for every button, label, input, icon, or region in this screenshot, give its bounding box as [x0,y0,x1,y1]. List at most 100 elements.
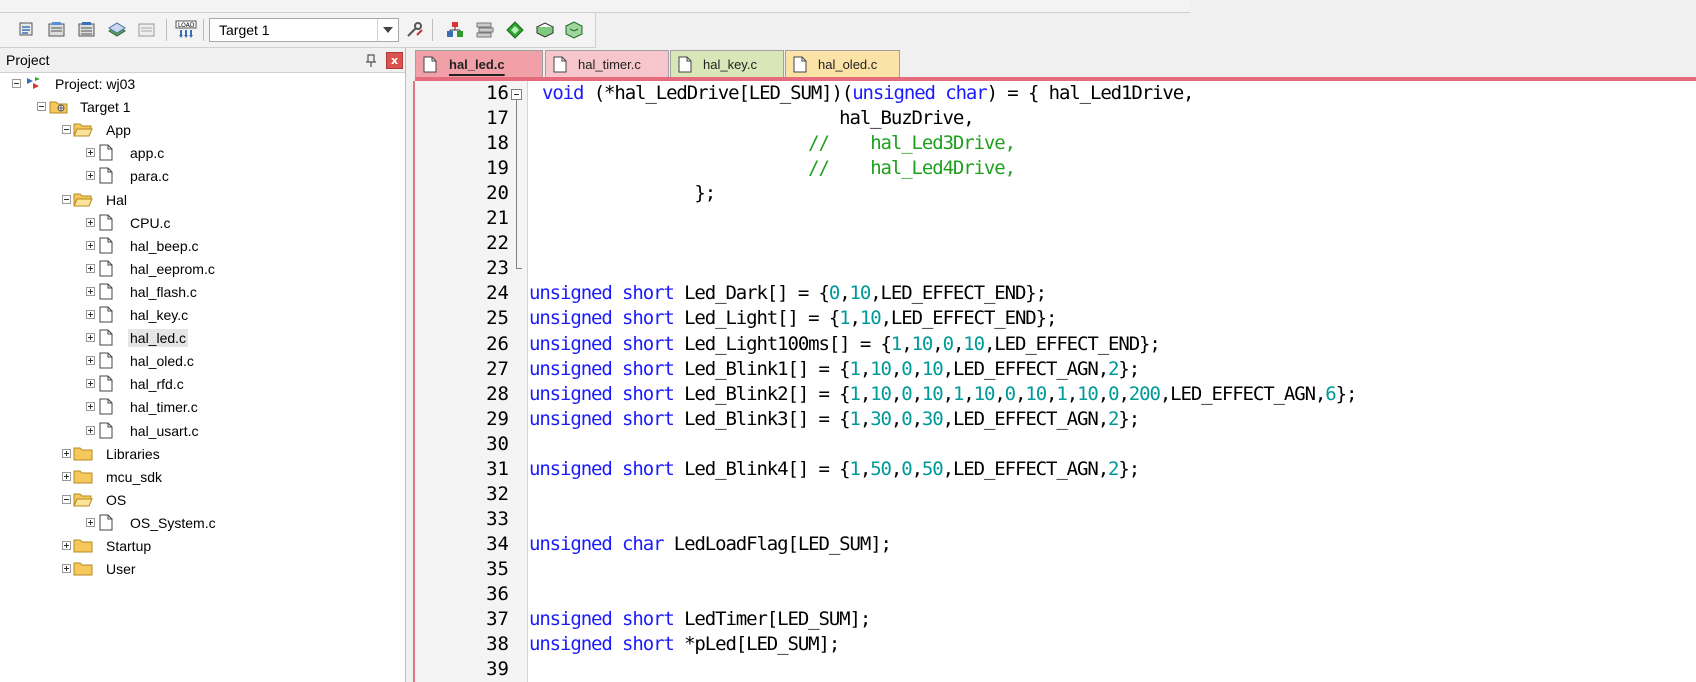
collapse-icon[interactable] [12,79,21,88]
tree-item[interactable]: Hal [0,189,405,211]
file-extensions-icon[interactable] [474,20,496,40]
editor-tab[interactable]: hal_led.c [415,50,543,78]
expand-icon[interactable] [86,356,95,366]
target-options-icon[interactable] [404,20,426,40]
tree-item-label: OS_System.c [130,514,216,531]
tree-item[interactable]: para.c [0,165,405,187]
tree-item[interactable]: CPU.c [0,212,405,234]
code-line[interactable]: unsigned short Led_Blink3[] = {1,30,0,30… [529,407,1140,432]
tree-item-label: hal_beep.c [130,237,199,254]
expand-icon[interactable] [62,541,71,550]
expand-icon[interactable] [86,171,95,181]
batch-build-icon[interactable] [106,20,128,40]
tree-item[interactable]: Project: wj03 [0,73,405,95]
tree-item[interactable]: OS [0,489,405,511]
tree-item[interactable]: hal_timer.c [0,396,405,418]
expand-icon[interactable] [86,517,95,527]
expand-icon[interactable] [62,448,71,458]
tree-item[interactable]: User [0,558,405,580]
code-line[interactable]: unsigned short Led_Blink1[] = {1,10,0,10… [529,357,1140,382]
code-token: (*hal_LedDrive[LED_SUM])( [583,82,854,104]
code-editor[interactable]: 16 17 18 19 20 21 22 23 24 25 26 27 28 29 30 31 32 33 34 35… [413,81,1696,682]
close-icon-glyph: x [390,54,399,67]
tree-item[interactable]: hal_rfd.c [0,373,405,395]
tree-item[interactable]: hal_key.c [0,304,405,326]
expand-icon[interactable] [86,148,95,158]
expand-icon[interactable] [86,425,95,435]
code-token: unsigned short [529,282,675,305]
tree-item[interactable]: hal_oled.c [0,350,405,372]
pack-installer-icon[interactable] [534,20,556,40]
code-line[interactable]: hal_BuzDrive, [529,106,975,131]
target-select[interactable]: Target 1 [209,18,399,42]
tree-item[interactable]: OS_System.c [0,512,405,534]
expand-icon[interactable] [86,379,95,389]
expand-icon[interactable] [86,263,95,273]
stop-build-icon[interactable] [136,20,158,40]
code-token: , [1066,382,1078,405]
tree-item[interactable]: Libraries [0,443,405,465]
code-token: *pLed[LED_SUM]; [673,633,840,656]
file-icon [98,398,116,415]
code-line[interactable]: unsigned short *pLed[LED_SUM]; [529,632,840,657]
file-icon [678,56,692,73]
expand-icon[interactable] [86,333,95,343]
tree-item-label: hal_eeprom.c [130,260,215,277]
tree-item[interactable]: hal_eeprom.c [0,258,405,280]
code-line[interactable]: unsigned char LedLoadFlag[LED_SUM]; [529,532,892,557]
pin-icon[interactable] [364,53,378,67]
code-token: Led_Dark[] = { [673,282,830,305]
collapse-icon[interactable] [62,194,71,204]
build-icon[interactable] [46,20,68,40]
code-line[interactable]: unsigned short LedTimer[LED_SUM]; [529,607,871,632]
chevron-down-icon[interactable] [377,19,398,41]
editor-tab[interactable]: hal_oled.c [785,50,900,77]
code-line[interactable]: // hal_Led3Drive, [529,131,1016,156]
expand-icon[interactable] [86,217,95,227]
software-packs-icon[interactable] [563,20,585,40]
expand-icon[interactable] [62,564,71,574]
code-token: 10 [921,382,944,405]
editor-tab[interactable]: hal_key.c [670,50,784,77]
fold-collapse-icon[interactable] [511,89,522,100]
green-diamond-icon[interactable] [504,20,526,40]
collapse-icon[interactable] [62,125,71,135]
project-icon [24,75,42,92]
expand-icon[interactable] [86,402,95,412]
download-icon[interactable]: LOAD [175,20,197,40]
expand-icon[interactable] [86,310,95,319]
code-line[interactable]: unsigned short Led_Dark[] = {0,10,LED_EF… [529,281,1047,306]
code-line[interactable]: unsigned short Led_Light[] = {1,10,LED_E… [529,306,1057,331]
expand-icon[interactable] [62,471,71,481]
editor-tab[interactable]: hal_timer.c [545,50,669,77]
rebuild-icon[interactable] [76,20,98,40]
code-token: unsigned short [529,382,675,405]
tree-item[interactable]: hal_usart.c [0,420,405,442]
tree-item[interactable]: hal_led.c [0,327,405,349]
tree-item[interactable]: mcu_sdk [0,466,405,488]
code-line[interactable]: void (*hal_LedDrive[LED_SUM])(unsigned c… [542,81,1194,106]
manage-project-icon[interactable] [444,20,466,40]
code-line[interactable]: unsigned short Led_Blink2[] = {1,10,0,10… [529,382,1358,407]
line-number: 17 [486,107,509,130]
code-token: 10 [963,332,985,355]
code-token: }; [1335,382,1358,405]
close-icon[interactable]: x [386,52,403,69]
tree-item[interactable]: Startup [0,535,405,557]
tree-item[interactable]: Target 1 [0,96,405,118]
tree-item[interactable]: hal_beep.c [0,235,405,257]
tree-item[interactable]: app.c [0,142,405,164]
expand-icon[interactable] [86,240,95,250]
code-line[interactable]: unsigned short Led_Light100ms[] = {1,10,… [529,332,1161,357]
code-token: 1 [849,382,861,405]
tree-item[interactable]: App [0,119,405,141]
collapse-icon[interactable] [37,102,46,112]
expand-icon[interactable] [86,286,95,296]
collapse-icon[interactable] [62,494,71,504]
code-line[interactable]: // hal_Led4Drive, [529,156,1016,181]
project-panel-title: Project [6,52,50,68]
code-line[interactable]: unsigned short Led_Blink4[] = {1,50,0,50… [529,457,1140,482]
tree-item[interactable]: hal_flash.c [0,281,405,303]
translate-icon[interactable] [16,20,38,40]
code-line[interactable]: }; [529,181,716,206]
